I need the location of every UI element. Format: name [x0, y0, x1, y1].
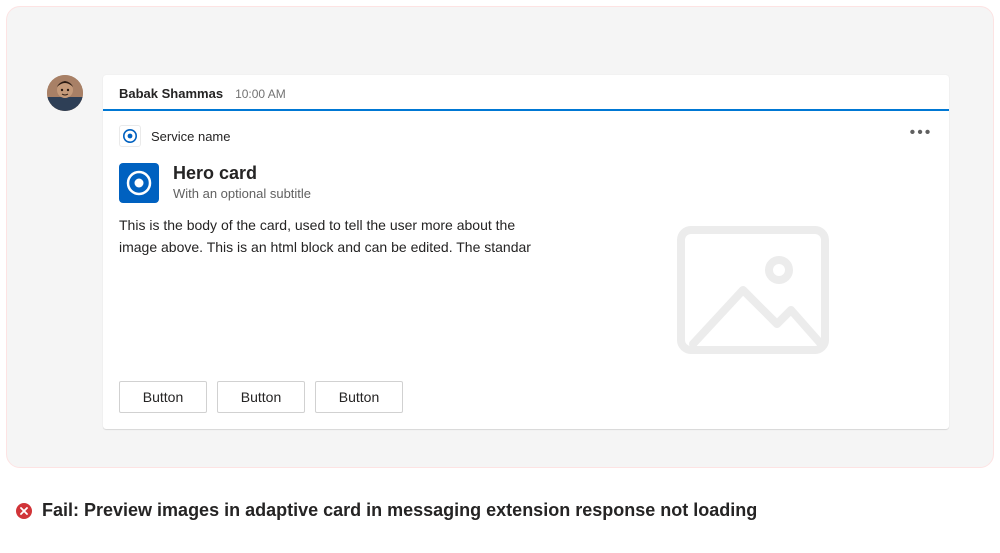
hero-card: Service name ••• Hero card With an opti [103, 111, 949, 429]
hero-subtitle: With an optional subtitle [173, 186, 311, 201]
service-icon [119, 125, 141, 147]
hero-title: Hero card [173, 163, 311, 184]
bubble-header: Babak Shammas 10:00 AM [103, 75, 949, 109]
card-body-text: This is the body of the card, used to te… [119, 215, 539, 258]
card-button-2[interactable]: Button [217, 381, 305, 413]
message-bubble: Babak Shammas 10:00 AM Service name ••• [103, 75, 949, 429]
card-button-row: Button Button Button [119, 381, 933, 413]
sender-name: Babak Shammas [119, 86, 223, 101]
card-body-row: This is the body of the card, used to te… [119, 215, 933, 365]
image-placeholder [553, 215, 933, 365]
card-more-button[interactable]: ••• [907, 123, 935, 143]
sender-avatar[interactable] [47, 75, 83, 111]
hero-titles: Hero card With an optional subtitle [173, 163, 311, 201]
placeholder-image-icon [673, 220, 833, 360]
caption-row: Fail: Preview images in adaptive card in… [16, 500, 757, 521]
more-icon: ••• [910, 125, 933, 141]
message-row: Babak Shammas 10:00 AM Service name ••• [47, 75, 949, 429]
card-button-3[interactable]: Button [315, 381, 403, 413]
hero-app-icon [119, 163, 159, 203]
service-name-label: Service name [151, 129, 230, 144]
card-button-1[interactable]: Button [119, 381, 207, 413]
caption-text: Fail: Preview images in adaptive card in… [42, 500, 757, 521]
hero-header: Hero card With an optional subtitle [119, 163, 933, 203]
example-frame: Babak Shammas 10:00 AM Service name ••• [6, 6, 994, 468]
card-source-row: Service name [119, 125, 933, 147]
message-timestamp: 10:00 AM [235, 87, 286, 101]
fail-icon [16, 503, 32, 519]
